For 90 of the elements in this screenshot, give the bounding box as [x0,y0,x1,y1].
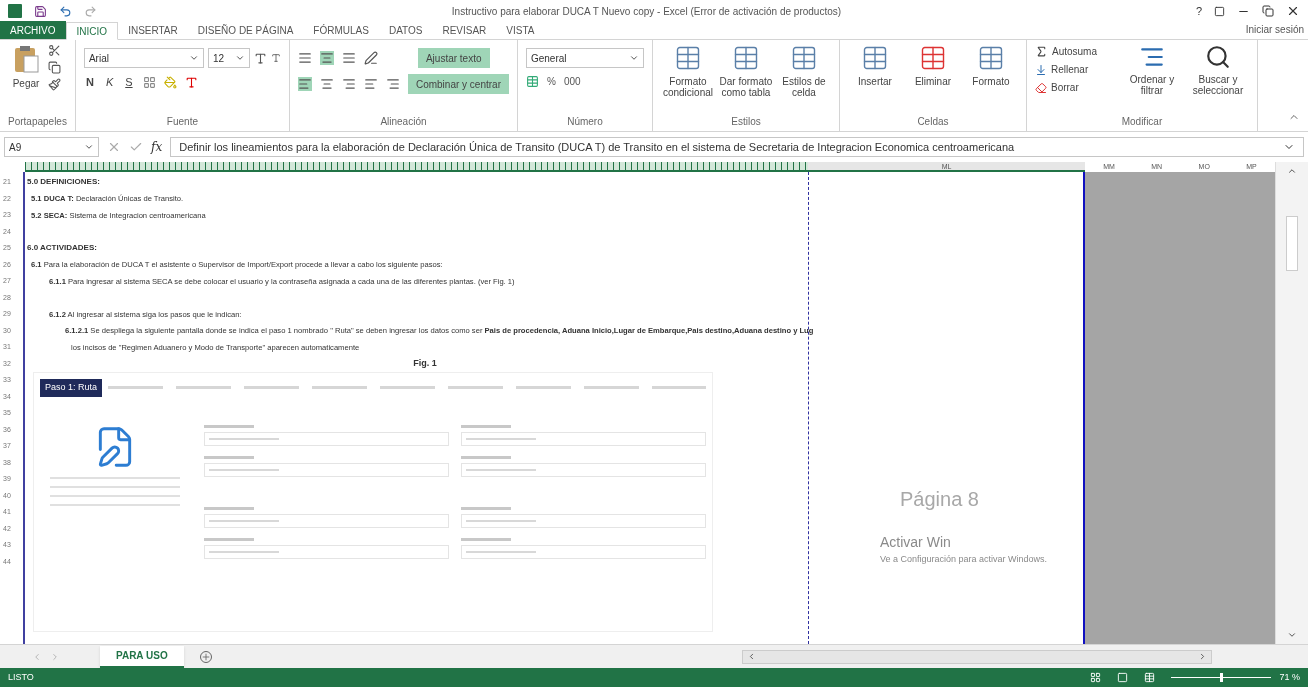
font-size-field[interactable]: 12 [207,48,250,68]
undo-icon[interactable] [59,4,72,18]
close-icon[interactable] [1286,4,1300,18]
ribbon-tab[interactable]: INICIO [65,22,119,40]
group-label: Portapapeles [8,115,67,129]
align-top-icon[interactable] [297,51,312,65]
ribbon-button[interactable]: Ordenar y filtrar [1120,44,1183,96]
ribbon-tab[interactable]: INSERTAR [118,21,188,39]
file-tab[interactable]: ARCHIVO [0,21,66,39]
name-box[interactable]: A9 [4,137,99,157]
ribbon-tab[interactable]: VISTA [496,21,545,39]
ribbon-tab[interactable]: FÓRMULAS [303,21,379,39]
help-button[interactable]: ? [1195,2,1202,20]
fill-color-icon[interactable] [163,75,177,89]
sheet-tab[interactable]: PARA USO [100,645,184,668]
group-label: Modificar [1120,115,1164,129]
merge-center-button[interactable]: Combinar y centrar [407,74,509,94]
excel-logo-icon [8,4,22,18]
page-layout-icon[interactable] [1117,672,1129,683]
zoom-level[interactable]: 71 % [1279,670,1300,685]
font-style-button[interactable]: N [83,74,96,91]
copy-icon[interactable] [48,61,61,74]
wrap-text-button[interactable]: Ajustar texto [417,48,490,68]
window-title: Instructivo para elaborar DUCA T Nuevo copy - Excel (Error de activación de productos) [450,4,843,19]
ribbon-tab[interactable]: DISEÑO DE PÁGINA [187,21,304,39]
ribbon-button[interactable]: Formato [963,44,1018,87]
vertical-scrollbar[interactable] [1275,162,1308,644]
restore-icon[interactable] [1262,5,1274,17]
group-label: Alineación [379,115,428,129]
search-icon [1204,44,1231,70]
number-format-button[interactable]: 000 [563,74,581,89]
edit-command-button[interactable]: Rellenar [1034,62,1117,77]
edit-command-button[interactable]: Autosuma [1034,44,1117,59]
ribbon-button[interactable]: Dar formato como tabla [718,44,773,98]
ribbon-button[interactable]: Buscar y seleccionar [1186,44,1249,96]
normal-view-icon[interactable] [1090,672,1102,683]
page-break-view-icon[interactable] [1144,672,1156,683]
enter-icon[interactable] [129,140,143,154]
scroll-up-icon[interactable] [1287,166,1297,176]
status-text: LISTO [8,670,34,684]
ribbon-button[interactable]: Eliminar [905,44,960,87]
cut-icon[interactable] [48,44,61,57]
sign-in-link[interactable]: Iniciar sesión [1245,22,1308,37]
group-label: Número [566,115,604,129]
font-style-button[interactable]: K [103,74,116,91]
group-label: Celdas [916,115,950,129]
scrollbar-thumb[interactable] [1286,216,1298,271]
save-icon[interactable] [34,4,47,18]
activation-notice-text: Ve a Configuración para activar Windows. [880,553,1048,566]
activation-notice-title: Activar Win [880,533,952,552]
section-heading: 5.0 DEFINICIONES: [26,176,100,189]
number-format-button[interactable]: % [546,74,556,89]
edit-command-button[interactable]: Borrar [1034,80,1117,95]
number-format-field[interactable]: General [525,48,644,68]
format-painter-icon[interactable] [48,78,61,91]
section-heading: 6.0 ACTIVIDADES: [26,242,97,255]
group-label: Fuente [165,115,199,129]
scroll-down-icon[interactable] [1287,630,1297,640]
borders-icon[interactable] [142,75,156,89]
increase-indent-icon[interactable] [385,77,400,91]
formula-field[interactable]: Definir los lineamientos para la elaboración de Declaración Única de Transito (DUCA T) de Transito en el sistema de Secretaria de Integracion Economica centroamericana [170,137,1304,157]
align-left-icon[interactable] [297,77,312,91]
eraser-icon [1034,81,1047,94]
ribbon-button[interactable]: Insertar [847,44,902,87]
decrease-indent-icon[interactable] [363,77,378,91]
ribbon-tab[interactable]: DATOS [378,21,433,39]
align-center-icon[interactable] [319,77,334,91]
shrink-font-icon[interactable] [270,53,281,63]
font-name-field[interactable]: Arial [83,48,204,68]
horizontal-scrollbar[interactable] [741,649,1212,664]
ribbon-button[interactable]: Estilos de celda [776,44,831,98]
align-middle-icon[interactable] [319,51,334,65]
page-label: Página 8 [900,487,979,512]
ribbon-button[interactable]: Formato condicional [660,44,715,98]
grow-font-icon[interactable] [253,51,267,65]
clipboard-icon [12,44,40,74]
figure-caption: Fig. 1 [413,357,437,370]
function-button[interactable]: fx [151,138,163,156]
ribbon-tab[interactable]: REVISAR [432,21,497,39]
cancel-icon[interactable] [107,140,121,154]
group-label: Estilos [730,115,762,129]
font-color-icon[interactable] [184,75,198,89]
redo-icon[interactable] [84,4,97,18]
fill-down-icon [1034,63,1047,76]
align-right-icon[interactable] [341,77,356,91]
align-bottom-icon[interactable] [341,51,356,65]
font-style-button[interactable]: S [123,74,135,91]
ribbon-button[interactable]: Pegar [8,44,44,89]
zoom-slider-thumb[interactable] [1220,673,1223,682]
ribbon-options-icon[interactable] [1214,5,1225,17]
